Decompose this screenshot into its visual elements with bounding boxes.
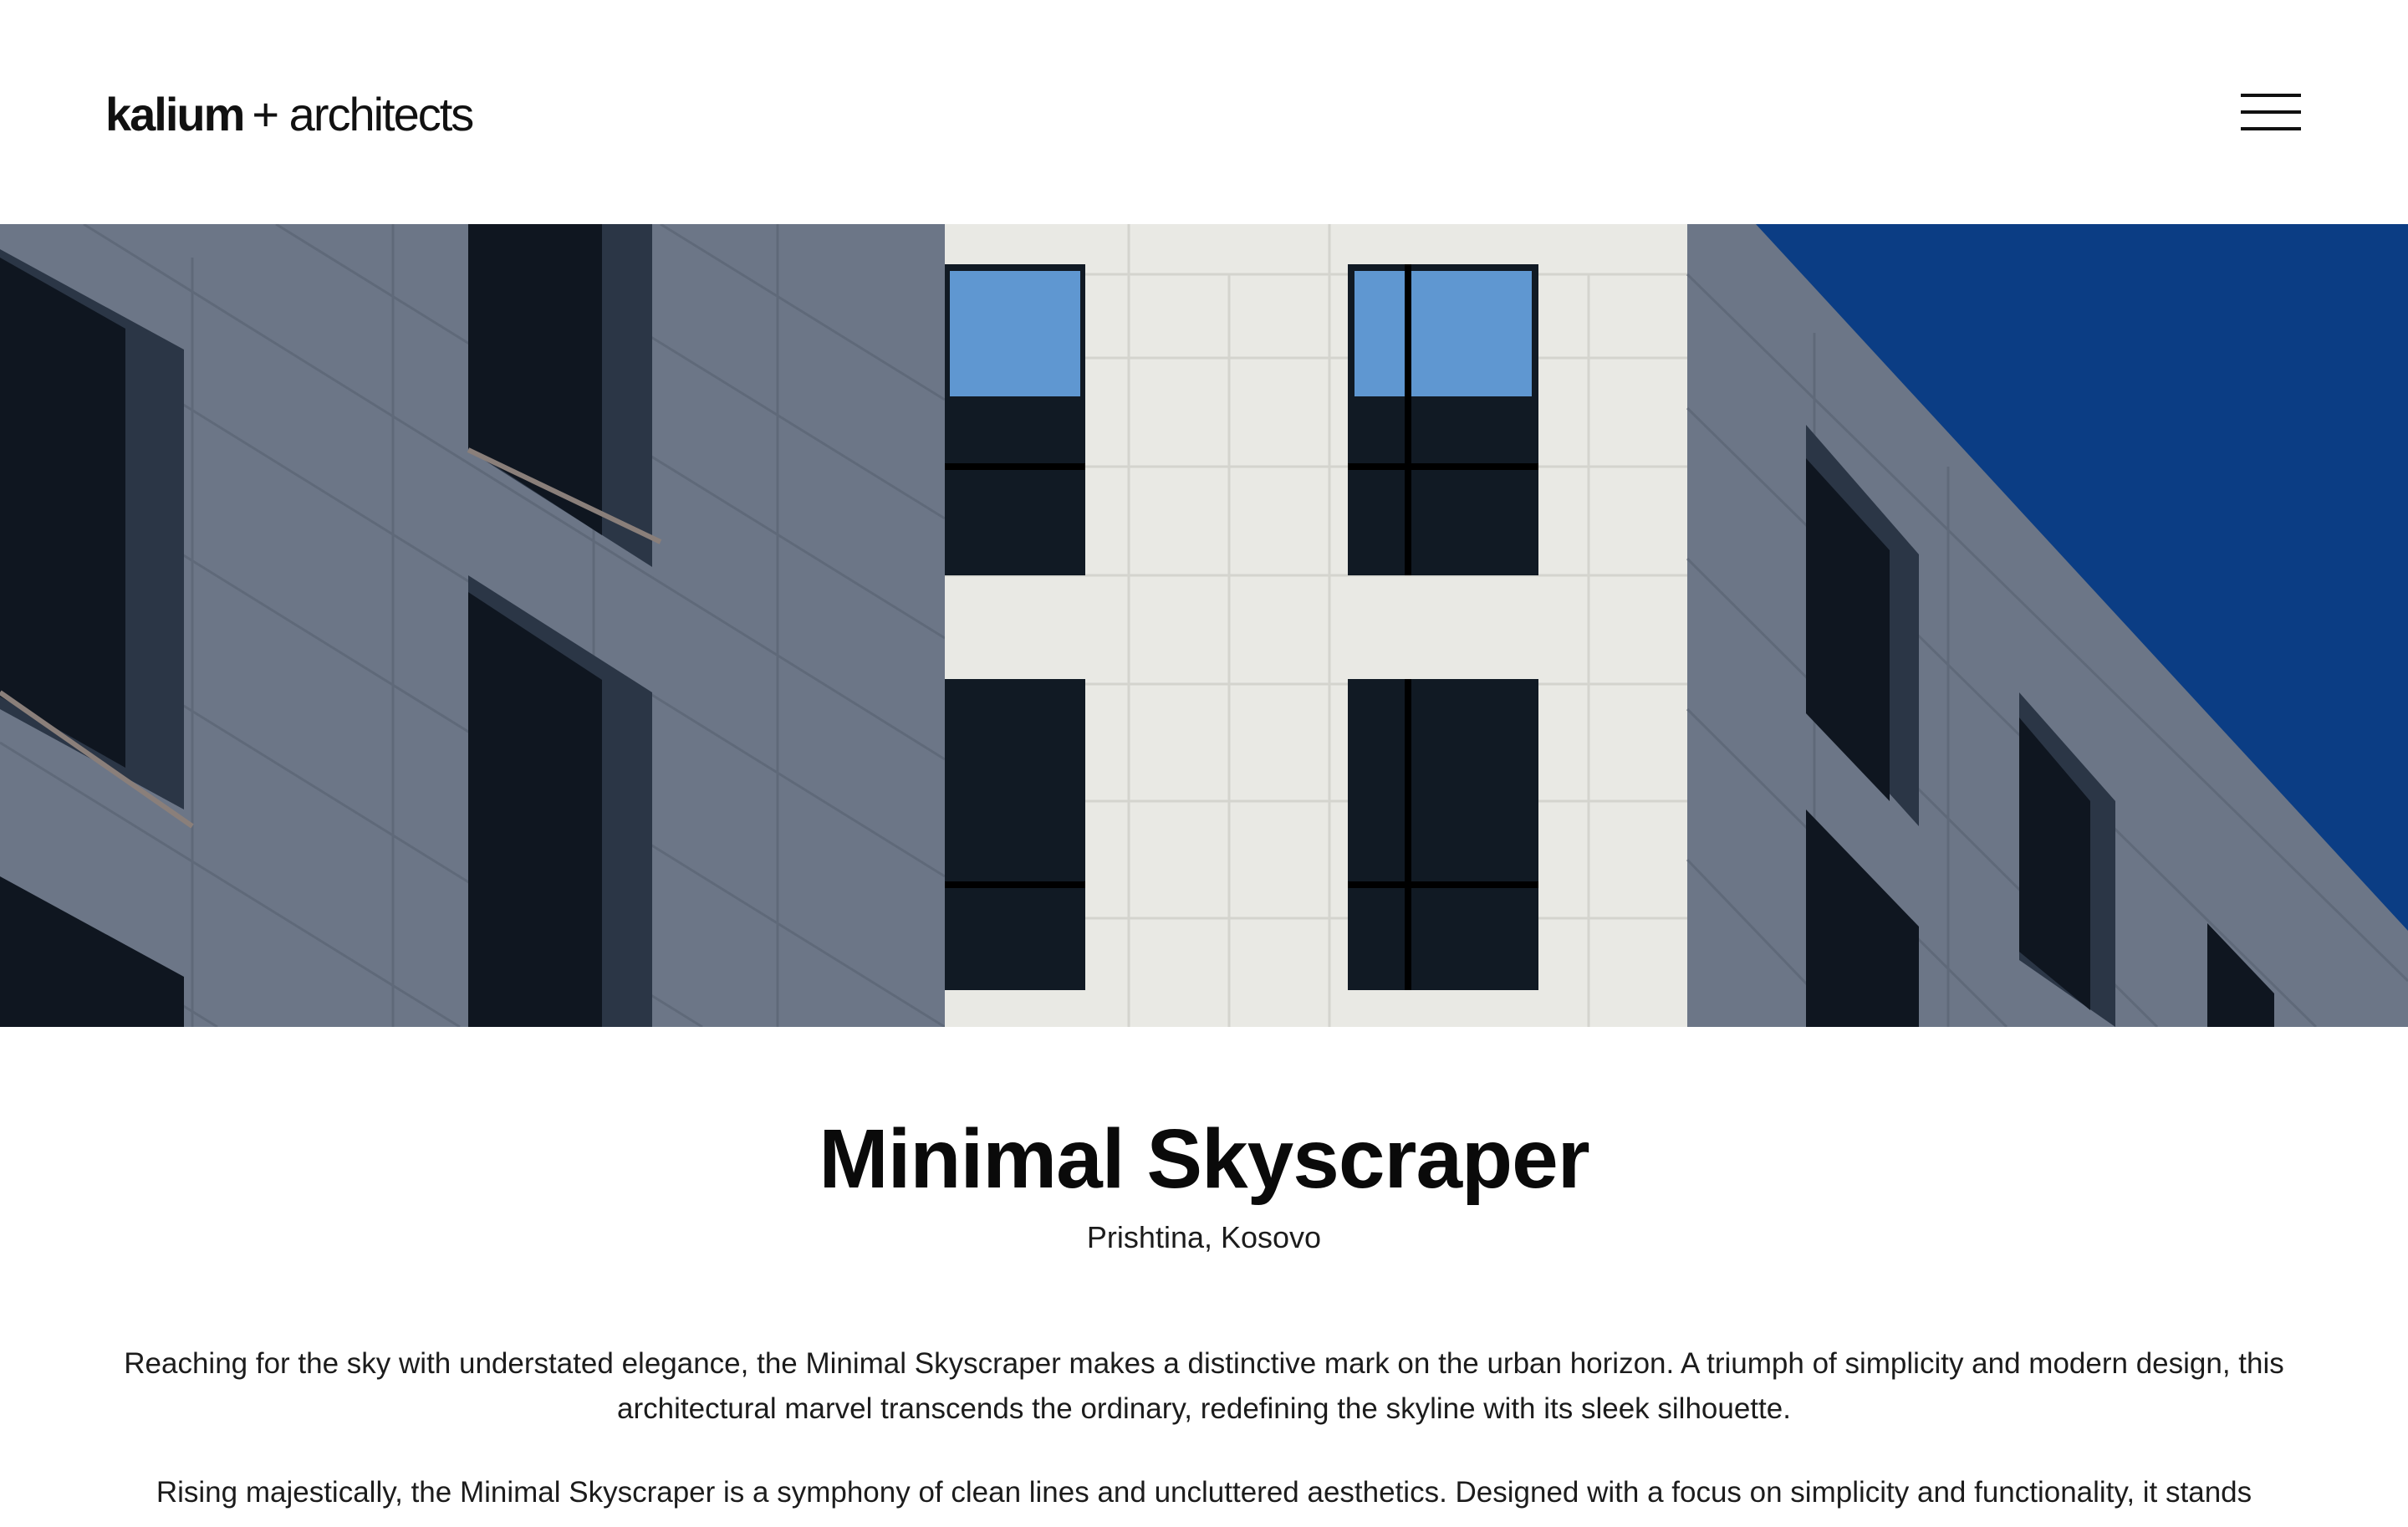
- logo-brand: kalium: [105, 87, 245, 140]
- menu-line: [2241, 127, 2301, 130]
- hero-image: [0, 224, 2408, 1027]
- menu-line: [2241, 94, 2301, 97]
- site-header: kalium + architects: [0, 0, 2408, 224]
- project-description-paragraph: Rising majestically, the Minimal Skyscra…: [156, 1476, 2252, 1509]
- project-content: Minimal Skyscraper Prishtina, Kosovo Rea…: [0, 1027, 2408, 1527]
- project-location: Prishtina, Kosovo: [1086, 1220, 1322, 1254]
- hamburger-menu-icon[interactable]: [2241, 94, 2301, 130]
- project-title: Minimal Skyscraper: [819, 1112, 1589, 1206]
- menu-line: [2241, 110, 2301, 114]
- logo-suffix: + architects: [252, 87, 474, 140]
- project-description-paragraph: Reaching for the sky with understated el…: [124, 1347, 2284, 1425]
- site-logo[interactable]: kalium + architects: [105, 80, 474, 147]
